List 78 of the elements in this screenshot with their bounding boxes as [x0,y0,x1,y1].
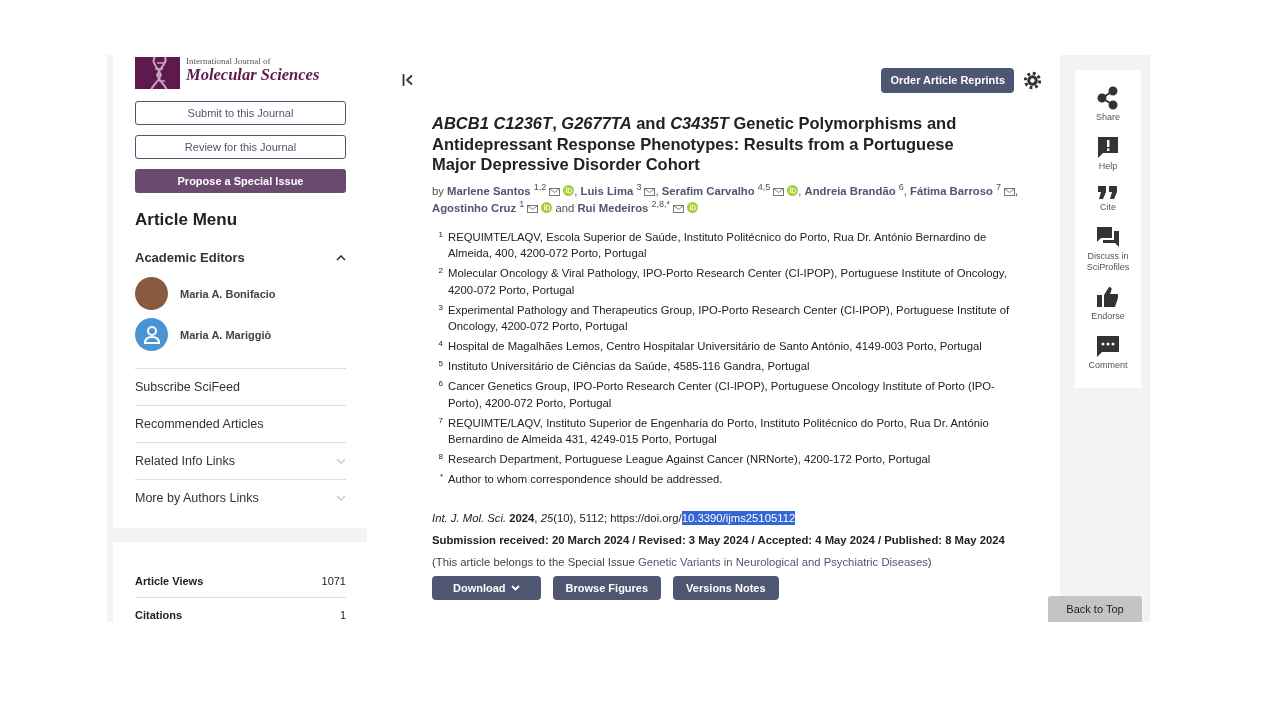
affiliation-text: Research Department, Portuguese League Against Cancer (NRNorte), 4200-172 Porto, Portugal [448,452,931,467]
affiliation-text: REQUIMTE/LAQV, Instituto Superior de Engenharia do Porto, Instituto Politécnico do Porto, Rua Dr. António Bernardino de Almeida 431, 4249-015 Porto, Portugal [448,415,990,447]
action-button[interactable]: Download [432,575,541,600]
special-issue-link[interactable]: Genetic Variants in Neurological and Psychiatric Diseases [637,555,928,568]
journal-button[interactable]: Submit to this Journal [135,101,346,125]
affiliation-text: Author to whom correspondence should be addressed. [448,472,723,487]
tool-label[interactable]: Comment [1083,360,1133,371]
propose-button[interactable]: Propose a Special Issue [135,169,346,193]
journal-button[interactable]: Review for this Journal [135,135,346,159]
affiliation-number: 4 [437,338,443,350]
tool-label[interactable]: Share [1083,112,1133,123]
special-issue-note: (This article belongs to the Special Issue [432,555,636,568]
envelope-icon[interactable] [644,187,656,196]
menu-heading: Article Menu [135,210,239,230]
order-reprints-button[interactable]: Order Article Reprints [881,67,1014,93]
share-icon [1097,86,1119,110]
affiliation-number: 8 [437,451,443,463]
publication-dates: Submission received: 20 March 2024 / Revised: 3 May 2024 / Accepted: 4 May 2024 / Published: 8 May 2024 [432,533,1006,546]
journal-name: Molecular Sciences [186,66,320,84]
journal-logo-icon[interactable] [135,57,180,89]
affiliation-text: Experimental Pathology and Therapeutics Group, IPO-Porto Research Center (CI-IPOP), Portuguese Institute of Oncology, 4200-072 Porto, Portugal [448,302,1011,334]
stat-label: Citations [135,608,183,621]
tool-label[interactable]: Endorse [1083,311,1133,322]
stat-label: Article Views [135,574,204,587]
author-link[interactable]: Andreia Brandão [804,184,896,197]
tool-label[interactable]: Help [1083,161,1133,172]
tool-label[interactable]: Cite [1083,202,1133,213]
menu-item[interactable]: More by Authors Links [135,491,259,505]
stat-value: 1071 [321,574,346,587]
article-title: ABCB1 C1236T, G2677TA and C3435T Genetic Polymorphisms and Antidepressant Response Phenotypes: Results from a Portuguese Major Depressive Disorder Cohort [432,113,958,175]
affiliation-number: * [438,471,443,483]
affiliation-text: Hospital de Magalhães Lemos, Centro Hospitalar Universitário de Santo António, 4149-003 Porto, Portugal [448,339,982,354]
journal-name-small: International Journal of [186,57,272,66]
envelope-icon[interactable] [1004,187,1016,196]
section-heading: Academic Editors [135,250,245,265]
settings-icon[interactable] [1023,70,1042,90]
menu-item[interactable]: Recommended Articles [135,417,264,431]
avatar-icon [135,318,168,351]
author-link[interactable]: Luis Lima [580,184,634,197]
affiliation-text: Cancer Genetics Group, IPO-Porto Research Center (CI-IPOP), Portuguese Oncology Institute of Porto (IPO-Porto), 4200-072 Porto, Portugal [448,379,996,411]
chat-bubbles-icon [1096,225,1120,249]
affiliation-number: 5 [437,358,443,370]
affiliation-number: 1 [437,228,443,241]
action-button[interactable]: Browse Figures [552,575,662,600]
affiliation-number: 6 [437,378,443,390]
comment-bubble-icon [1096,334,1120,358]
stat-value: 1 [339,608,346,621]
back-to-top-button[interactable]: Back to Top [1048,596,1142,622]
editor-name[interactable]: Maria A. Mariggiò [180,328,272,341]
alert-bubble-icon [1096,135,1120,159]
envelope-icon[interactable] [549,187,561,196]
author-link[interactable]: Agostinho Cruz [432,201,517,214]
tool-label[interactable]: Discuss in SciProfiles [1083,251,1133,273]
envelope-icon[interactable] [673,204,684,213]
envelope-icon[interactable] [773,187,785,196]
affiliation-number: 3 [437,301,443,314]
author-link[interactable]: Marlene Santos [447,184,531,197]
affiliation-text: REQUIMTE/LAQV, Escola Superior de Saúde, Instituto Politécnico do Porto, Rua Dr. António Bernardino de Almeida, 400, 4200-072 Porto, Portugal [448,229,988,261]
author-link[interactable]: Serafim Carvalho [661,184,755,197]
thumbs-up-icon [1096,285,1120,309]
author-link[interactable]: Fátima Barroso [910,184,993,197]
citation-text: Int. J. Mol. Sci. 2024, 25(10), 5112; https://doi.org/ [432,511,682,524]
author-list: by Marlene Santos $^{1,2}$ , Luis Lima $^{3}$ , Serafim Carvalho $^{4,5}$ , Andreia Brandão $^{6}$, Fátima Barroso $^{7}$ , Agostinho Cruz $^{1}$ and Rui Medeiros $^{2,8,*}$ [432,182,1022,217]
menu-item[interactable]: Related Info Links [135,454,236,468]
special-issue-note: ) [927,555,932,568]
author-link[interactable]: Rui Medeiros [577,201,649,214]
affiliation-text: Molecular Oncology & Viral Pathology, IPO-Porto Research Center (CI-IPOP), Portuguese Institute of Oncology, 4200-072 Porto, Portugal [448,266,1008,298]
collapse-icon[interactable] [402,74,414,86]
affiliation-number: 2 [437,265,443,277]
affiliation-number: 7 [437,414,443,427]
menu-item[interactable]: Subscribe SciFeed [135,380,240,394]
quote-icon [1097,184,1119,200]
photo-placeholder [135,277,168,310]
action-button[interactable]: Versions Notes [673,575,779,600]
affiliation-text: Instituto Universitário de Ciências da Saúde, 4585-116 Gandra, Portugal [448,359,810,374]
editor-name[interactable]: Maria A. Bonifacio [180,287,276,300]
chevron-icon[interactable] [336,254,346,261]
envelope-icon[interactable] [527,204,539,213]
